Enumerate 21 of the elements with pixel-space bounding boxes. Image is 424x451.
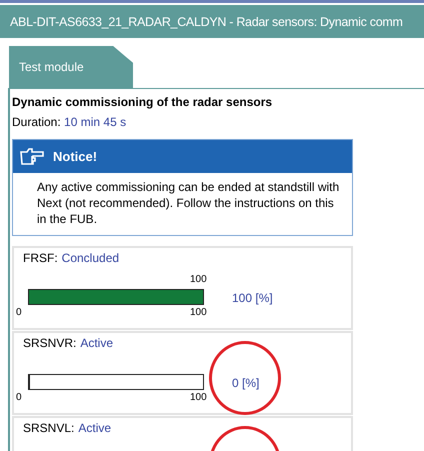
window-title: ABL-DIT-AS6633_21_RADAR_CALDYN - Radar sensors: Dynamic comm: [10, 14, 403, 28]
percent-reading: 100 [%]: [232, 291, 273, 305]
sensor-name: FRSF:: [23, 251, 58, 265]
notice-title: Notice!: [53, 149, 98, 164]
sensor-status: Concluded: [62, 251, 120, 265]
scale-label: 100: [190, 274, 207, 285]
tab[interactable]: Test module: [9, 46, 133, 88]
notice-text: Any active commissioning can be ended at standstill with Next (not recommended). Follow the instructions on this in the FUB.: [36, 179, 340, 228]
scale-label: 100: [190, 307, 207, 318]
scale-label: 0: [16, 392, 22, 403]
pointing-hand-icon: [19, 148, 45, 166]
scale-label: 0: [16, 307, 22, 318]
sensor-name: SRSNVR:: [23, 336, 76, 350]
scale-label: 100: [190, 392, 207, 403]
duration-label: Duration:: [12, 115, 61, 129]
duration-value: 10 min 45 s: [64, 115, 126, 129]
sensor-status: Active: [78, 421, 112, 435]
heading: Dynamic commissioning of the radar sensors: [11, 95, 274, 109]
sensor-name: SRSNVL:: [23, 421, 74, 435]
sensor-status: Active: [80, 336, 114, 350]
percent-reading: 0 [%]: [232, 376, 260, 390]
